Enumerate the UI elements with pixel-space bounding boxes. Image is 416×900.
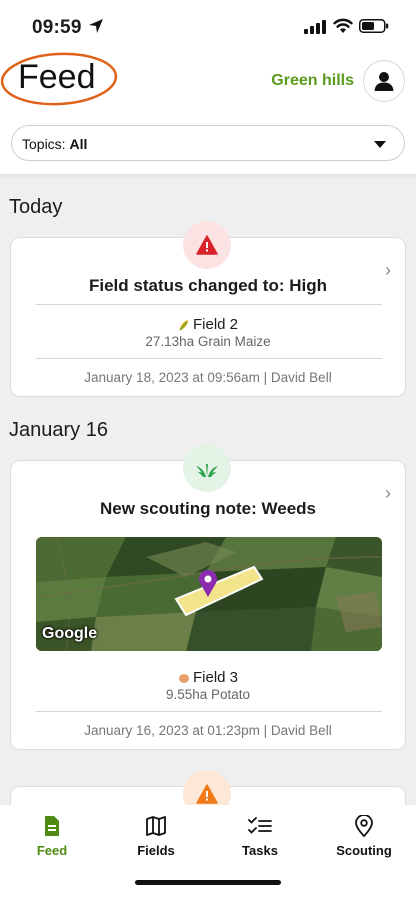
- topics-filter-dropdown[interactable]: Topics: All: [11, 125, 405, 161]
- satellite-map[interactable]: Google: [36, 537, 382, 651]
- tab-feed[interactable]: Feed: [0, 815, 104, 860]
- chevron-down-icon: [374, 141, 386, 148]
- status-bar: 09:59: [0, 0, 416, 52]
- tab-fields[interactable]: Fields: [104, 815, 208, 860]
- battery-icon: [359, 19, 389, 33]
- tab-scouting[interactable]: Scouting: [312, 815, 416, 860]
- tab-label: Scouting: [336, 843, 392, 858]
- weeds-icon: [196, 464, 218, 477]
- tab-label: Feed: [36, 843, 68, 858]
- field-meta: 9.55ha Potato: [165, 687, 251, 702]
- potato-crop-icon: [178, 674, 189, 684]
- status-badge: [183, 221, 231, 269]
- status-time: 09:59: [32, 17, 82, 38]
- tab-tasks[interactable]: Tasks: [208, 815, 312, 860]
- profile-button[interactable]: [363, 60, 405, 102]
- page-title-area: Feed: [0, 50, 120, 108]
- card-footer: January 18, 2023 at 09:56am | David Bell: [84, 370, 332, 385]
- tasks-icon: [248, 817, 272, 834]
- section-heading: January 16: [9, 419, 108, 441]
- card-title: New scouting note: Weeds: [100, 499, 316, 518]
- tab-label: Fields: [137, 843, 175, 858]
- card-footer: January 16, 2023 at 01:23pm | David Bell: [84, 723, 332, 738]
- cellular-signal-icon: [304, 20, 326, 34]
- divider: [36, 711, 382, 712]
- field-name: Field 3: [192, 669, 239, 686]
- farm-selector[interactable]: Green hills: [271, 72, 354, 90]
- field-meta: 27.13ha Grain Maize: [145, 334, 271, 349]
- feed-icon: [45, 816, 59, 836]
- app-header: 09:59 Feed Green hills Topics: All: [0, 0, 416, 174]
- map-icon: [146, 816, 166, 836]
- warning-icon: [196, 235, 218, 255]
- maize-crop-icon: [179, 320, 188, 331]
- home-indicator: [135, 880, 281, 885]
- section-heading: Today: [9, 196, 63, 218]
- map-attribution: Google: [42, 625, 98, 642]
- page-title: Feed: [18, 58, 96, 96]
- topics-filter-value: All: [69, 136, 88, 152]
- location-arrow-icon: [89, 19, 103, 33]
- feed-card[interactable]: › New scouting note: Weeds Google Field …: [10, 460, 406, 750]
- divider: [36, 304, 382, 305]
- user-icon: [374, 72, 394, 91]
- field-name: Field 2: [192, 316, 239, 333]
- card-title: Field status changed to: High: [88, 276, 327, 295]
- bottom-tab-bar: Feed Fields Tasks Scouting: [0, 805, 416, 900]
- tab-label: Tasks: [242, 843, 278, 858]
- topics-filter-label: Topics:: [22, 136, 66, 152]
- location-pin-icon: [355, 815, 373, 837]
- wifi-icon: [333, 18, 353, 33]
- warning-icon: [196, 784, 218, 804]
- divider: [36, 358, 382, 359]
- status-badge: [183, 444, 231, 492]
